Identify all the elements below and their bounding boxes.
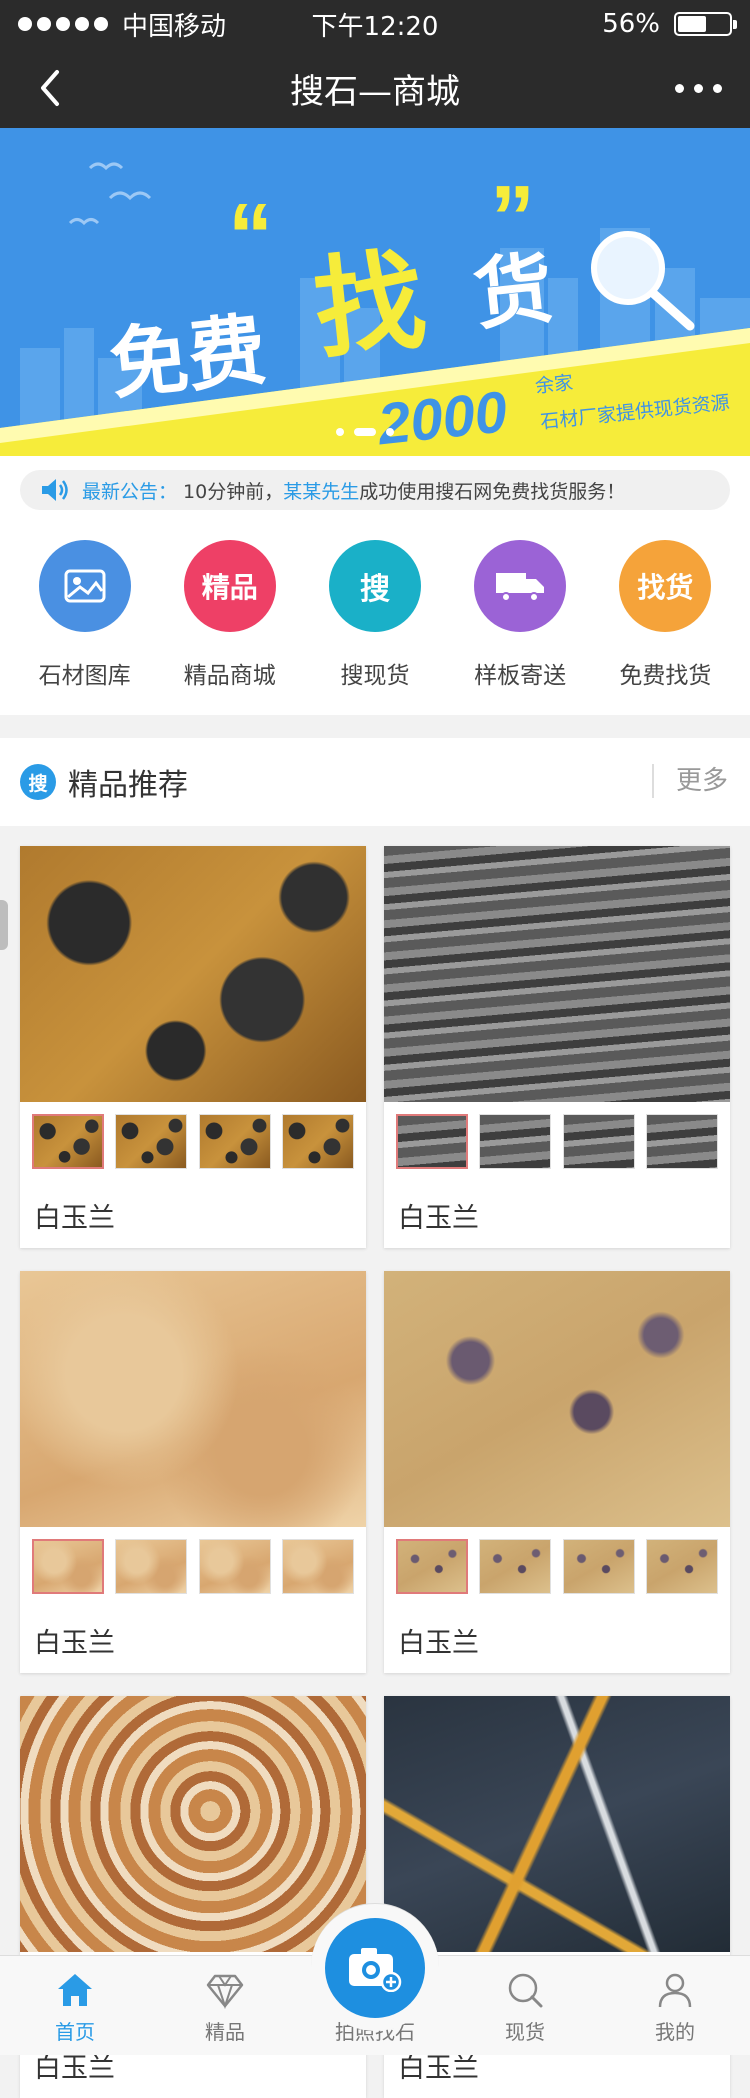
product-image — [384, 1271, 730, 1527]
entry-premium-mall[interactable]: 精品 精品商城 — [160, 530, 300, 715]
product-name: 白玉兰 — [34, 1628, 115, 1659]
user-icon — [658, 1973, 692, 2008]
entry-stone-gallery[interactable]: 石材图库 — [15, 530, 155, 715]
product-thumbnail[interactable] — [198, 1114, 271, 1169]
entry-free-find[interactable]: 找货 免费找货 — [595, 530, 735, 715]
section-title: 精品推荐 — [68, 768, 188, 803]
product-image — [384, 1696, 730, 1952]
quick-entry-row: 石材图库 精品 精品商城 搜 搜现货 样板寄送 找货 免费找货 — [0, 530, 750, 715]
product-grid: 白玉兰 白玉兰 白玉兰 白玉兰 白玉兰 白玉兰 — [0, 826, 750, 2098]
product-image — [20, 1696, 366, 1952]
product-thumbnail[interactable] — [32, 1539, 104, 1594]
tab-label: 精品 — [205, 2020, 245, 2044]
chevron-left-icon — [41, 70, 59, 106]
tab-mine[interactable]: 我的 — [600, 1956, 750, 2055]
status-bar: 中国移动 下午12:20 56% — [0, 0, 750, 48]
recommend-section-header: 搜 精品推荐 更多 — [0, 738, 750, 826]
notice-text: 成功使用搜石网免费找货服务！ — [359, 480, 626, 503]
jingpin-icon: 精品 — [183, 540, 276, 632]
product-image — [20, 846, 366, 1102]
product-thumbnail[interactable] — [479, 1114, 552, 1169]
product-thumbnail[interactable] — [281, 1114, 354, 1169]
image-icon — [38, 540, 131, 632]
product-thumbnails — [396, 1114, 718, 1169]
product-name: 白玉兰 — [398, 1203, 479, 1234]
product-card[interactable]: 白玉兰 — [384, 1271, 730, 1673]
battery-icon — [674, 12, 737, 36]
product-thumbnail[interactable] — [562, 1114, 635, 1169]
entry-label: 搜现货 — [340, 663, 410, 689]
tab-label: 我的 — [655, 2020, 695, 2044]
entry-sample-delivery[interactable]: 样板寄送 — [450, 530, 590, 715]
entry-label: 石材图库 — [38, 663, 131, 689]
tab-label: 首页 — [55, 2020, 95, 2044]
banner-word-free: 免费 — [106, 305, 271, 411]
product-thumbnails — [396, 1539, 718, 1594]
notice-user: 某某先生 — [283, 480, 360, 503]
home-icon — [58, 1974, 92, 2006]
product-thumbnail[interactable] — [645, 1114, 718, 1169]
banner-number: 2000 — [374, 379, 510, 456]
product-thumbnail[interactable] — [645, 1539, 718, 1594]
camera-search-button[interactable] — [311, 1903, 439, 2031]
banner-unit: 余家 — [534, 372, 574, 398]
notice-time: 10分钟前， — [183, 480, 284, 503]
banner-quote-left: “ — [228, 186, 273, 286]
tab-premium[interactable]: 精品 — [150, 1956, 300, 2055]
search-badge-icon: 搜 — [20, 764, 56, 800]
banner-quote-right: ” — [490, 168, 535, 268]
entry-search-stock[interactable]: 搜 搜现货 — [305, 530, 445, 715]
tab-label: 现货 — [505, 2020, 545, 2044]
back-button[interactable] — [28, 66, 72, 110]
entry-label: 免费找货 — [619, 663, 712, 689]
entry-label: 精品商城 — [183, 663, 276, 689]
product-thumbnail[interactable] — [32, 1114, 104, 1169]
product-thumbnail[interactable] — [115, 1539, 188, 1594]
speaker-icon — [42, 479, 68, 501]
product-thumbnails — [32, 1114, 354, 1169]
nav-bar: 搜石—商城 — [0, 48, 750, 128]
find-goods-icon: 找货 — [619, 540, 712, 632]
search-stock-glyph: 搜 — [359, 572, 390, 607]
product-thumbnail[interactable] — [198, 1539, 271, 1594]
tab-home[interactable]: 首页 — [0, 1956, 150, 2055]
product-image — [384, 846, 730, 1102]
truck-icon — [474, 540, 567, 632]
product-name: 白玉兰 — [34, 1203, 115, 1234]
product-thumbnail[interactable] — [562, 1539, 635, 1594]
product-thumbnail[interactable] — [479, 1539, 552, 1594]
product-card[interactable]: 白玉兰 — [20, 1271, 366, 1673]
product-thumbnail[interactable] — [115, 1114, 188, 1169]
product-thumbnails — [32, 1539, 354, 1594]
banner-word-find: 找 — [308, 236, 431, 375]
battery-percent: 56% — [602, 9, 660, 39]
carrier-name: 中国移动 — [122, 11, 227, 42]
product-card[interactable]: 白玉兰 — [20, 846, 366, 1248]
product-thumbnail[interactable] — [396, 1114, 468, 1169]
page-title: 搜石—商城 — [290, 71, 460, 112]
search-icon — [508, 1973, 543, 2008]
product-image — [20, 1271, 366, 1527]
product-thumbnail[interactable] — [281, 1539, 354, 1594]
side-drawer-handle[interactable] — [0, 900, 8, 950]
search-stock-icon: 搜 — [328, 540, 421, 632]
product-name: 白玉兰 — [398, 1628, 479, 1659]
signal-icon — [18, 17, 108, 31]
product-thumbnail[interactable] — [396, 1539, 468, 1594]
promo-banner[interactable]: “ 免费 找 货 ” 2000 余家 石材厂家提供现货资源 — [0, 128, 750, 456]
more-menu-button[interactable] — [675, 68, 722, 108]
tab-stock[interactable]: 现货 — [450, 1956, 600, 2055]
camera-icon — [325, 1918, 425, 2018]
more-link[interactable]: 更多 — [651, 764, 728, 798]
notice-label: 最新公告： — [82, 480, 178, 503]
announcement-bar[interactable]: 最新公告： 10分钟前， 某某先生 成功使用搜石网免费找货服务！ — [20, 470, 730, 510]
product-card[interactable]: 白玉兰 — [384, 846, 730, 1248]
battery-fill — [678, 16, 706, 32]
diamond-icon — [206, 1974, 244, 2010]
entry-label: 样板寄送 — [474, 663, 567, 689]
